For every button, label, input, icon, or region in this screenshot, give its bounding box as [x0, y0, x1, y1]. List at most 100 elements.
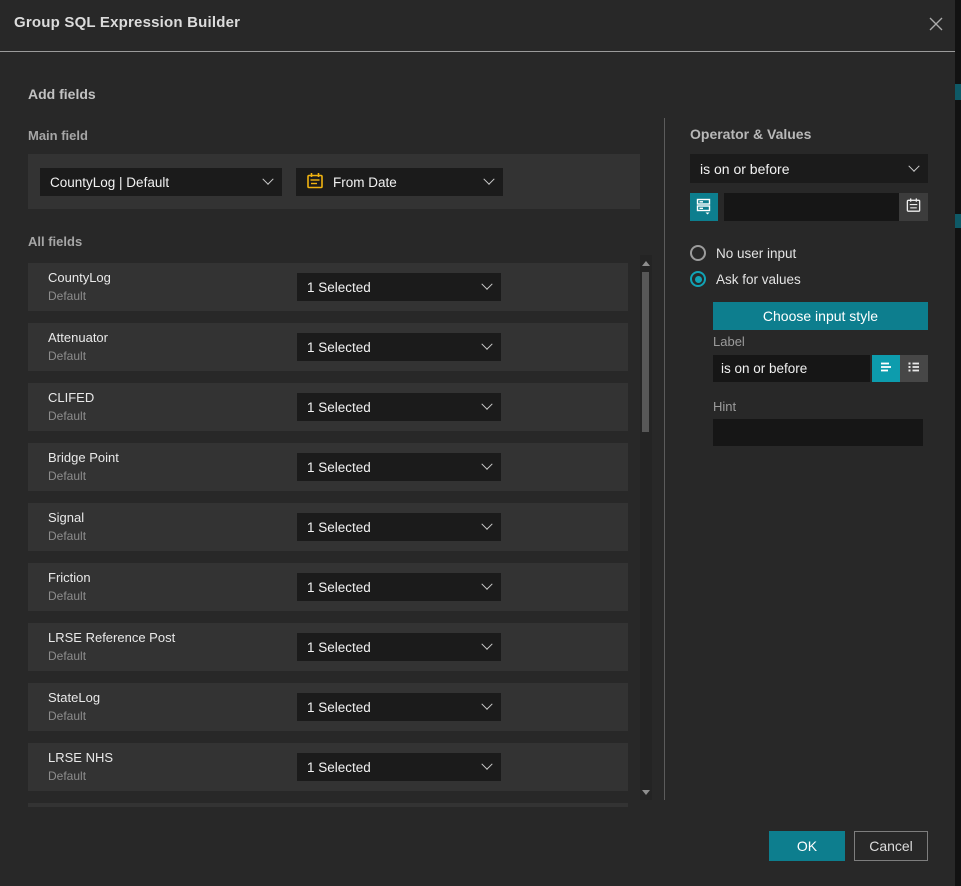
calendar-icon	[905, 197, 922, 217]
close-button[interactable]	[924, 14, 948, 38]
chevron-down-icon	[262, 174, 273, 185]
field-row-signal: Signal Default 1 Selected	[28, 503, 628, 551]
field-row-countylog: CountyLog Default 1 Selected	[28, 263, 628, 311]
selected-count: 1 Selected	[307, 580, 371, 595]
field-values-dropdown[interactable]: 1 Selected	[297, 633, 501, 661]
choose-input-style-button[interactable]: Choose input style	[713, 302, 928, 330]
list-input-style-button[interactable]	[900, 355, 928, 382]
hint-field-label: Hint	[713, 399, 736, 414]
calendar-icon	[306, 172, 324, 193]
background-app-edge	[955, 0, 961, 886]
background-app-accent	[955, 84, 961, 100]
chevron-down-icon	[481, 519, 492, 530]
field-row-statelog: StateLog Default 1 Selected	[28, 683, 628, 731]
field-values-dropdown[interactable]: 1 Selected	[297, 693, 501, 721]
operator-dropdown-value: is on or before	[700, 161, 790, 177]
field-values-dropdown[interactable]: 1 Selected	[297, 453, 501, 481]
panel-divider	[664, 118, 665, 800]
field-name: Attenuator	[48, 330, 108, 345]
field-subtitle: Default	[48, 529, 86, 543]
group-sql-expression-builder-dialog: Group SQL Expression Builder Add fields …	[0, 0, 961, 886]
layer-dropdown-value: CountyLog | Default	[50, 175, 169, 190]
field-name: Bridge Point	[48, 450, 119, 465]
selected-count: 1 Selected	[307, 460, 371, 475]
chevron-down-icon	[483, 174, 494, 185]
field-values-dropdown[interactable]: 1 Selected	[297, 513, 501, 541]
selected-count: 1 Selected	[307, 340, 371, 355]
text-input-style-button[interactable]	[872, 355, 900, 382]
field-row-clifed: CLIFED Default 1 Selected	[28, 383, 628, 431]
background-app-accent	[955, 214, 961, 228]
radio-unselected-icon	[690, 245, 706, 261]
field-subtitle: Default	[48, 589, 86, 603]
selected-count: 1 Selected	[307, 400, 371, 415]
field-subtitle: Default	[48, 409, 86, 423]
field-subtitle: Default	[48, 469, 86, 483]
field-subtitle: Default	[48, 349, 86, 363]
field-values-dropdown[interactable]: 1 Selected	[297, 273, 501, 301]
chevron-down-icon	[481, 399, 492, 410]
field-row-attenuator: Attenuator Default 1 Selected	[28, 323, 628, 371]
field-name: Signal	[48, 510, 84, 525]
value-input[interactable]	[724, 193, 899, 221]
radio-no-user-input[interactable]: No user input	[690, 245, 796, 261]
label-field-label: Label	[713, 334, 745, 349]
chevron-down-icon	[481, 759, 492, 770]
selected-count: 1 Selected	[307, 700, 371, 715]
scrollbar-down-arrow-icon[interactable]	[642, 790, 650, 795]
chevron-down-icon	[481, 699, 492, 710]
selected-count: 1 Selected	[307, 520, 371, 535]
field-name: LRSE NHS	[48, 750, 113, 765]
label-input[interactable]	[713, 355, 870, 382]
ok-button[interactable]: OK	[769, 831, 845, 861]
date-dropdown-value: From Date	[333, 175, 397, 190]
field-subtitle: Default	[48, 289, 86, 303]
selected-count: 1 Selected	[307, 280, 371, 295]
radio-ask-for-values[interactable]: Ask for values	[690, 271, 801, 287]
field-name: LRSE Reference Post	[48, 630, 175, 645]
radio-selected-icon	[690, 271, 706, 287]
main-field-label: Main field	[28, 128, 88, 143]
operator-dropdown[interactable]: is on or before	[690, 154, 928, 183]
add-fields-heading: Add fields	[28, 86, 96, 102]
dialog-title: Group SQL Expression Builder	[14, 14, 240, 31]
chevron-down-icon	[481, 579, 492, 590]
field-name: Friction	[48, 570, 91, 585]
chevron-down-icon	[481, 339, 492, 350]
title-divider	[0, 51, 955, 52]
field-name: CountyLog	[48, 270, 111, 285]
date-picker-button[interactable]	[899, 193, 928, 221]
field-subtitle: Default	[48, 709, 86, 723]
field-row-bridge-point: Bridge Point Default 1 Selected	[28, 443, 628, 491]
hint-input[interactable]	[713, 419, 923, 446]
field-values-dropdown[interactable]: 1 Selected	[297, 753, 501, 781]
main-field-date-dropdown[interactable]: From Date	[296, 168, 503, 196]
scrollbar-up-arrow-icon[interactable]	[642, 261, 650, 266]
close-icon	[928, 16, 944, 37]
all-fields-list: CountyLog Default 1 Selected Attenuator …	[28, 263, 628, 807]
operator-values-heading: Operator & Values	[690, 126, 811, 142]
chevron-down-icon	[481, 639, 492, 650]
stacked-inputs-icon	[695, 197, 713, 218]
selected-count: 1 Selected	[307, 640, 371, 655]
field-row-clipped	[28, 803, 628, 807]
all-fields-label: All fields	[28, 234, 82, 249]
cancel-button[interactable]: Cancel	[854, 831, 928, 861]
chevron-down-icon	[908, 160, 919, 171]
align-left-icon	[878, 359, 894, 378]
chevron-down-icon	[481, 459, 492, 470]
field-name: CLIFED	[48, 390, 94, 405]
field-row-lrse-reference-post: LRSE Reference Post Default 1 Selected	[28, 623, 628, 671]
scrollbar-thumb[interactable]	[642, 272, 649, 432]
field-values-dropdown[interactable]: 1 Selected	[297, 393, 501, 421]
input-type-selector-button[interactable]	[690, 193, 718, 221]
bulleted-list-icon	[906, 359, 922, 378]
field-values-dropdown[interactable]: 1 Selected	[297, 573, 501, 601]
field-row-lrse-nhs: LRSE NHS Default 1 Selected	[28, 743, 628, 791]
field-name: StateLog	[48, 690, 100, 705]
field-values-dropdown[interactable]: 1 Selected	[297, 333, 501, 361]
radio-label: Ask for values	[716, 272, 801, 287]
main-field-layer-dropdown[interactable]: CountyLog | Default	[40, 168, 282, 196]
main-field-container: CountyLog | Default From Date	[28, 154, 640, 209]
field-subtitle: Default	[48, 769, 86, 783]
